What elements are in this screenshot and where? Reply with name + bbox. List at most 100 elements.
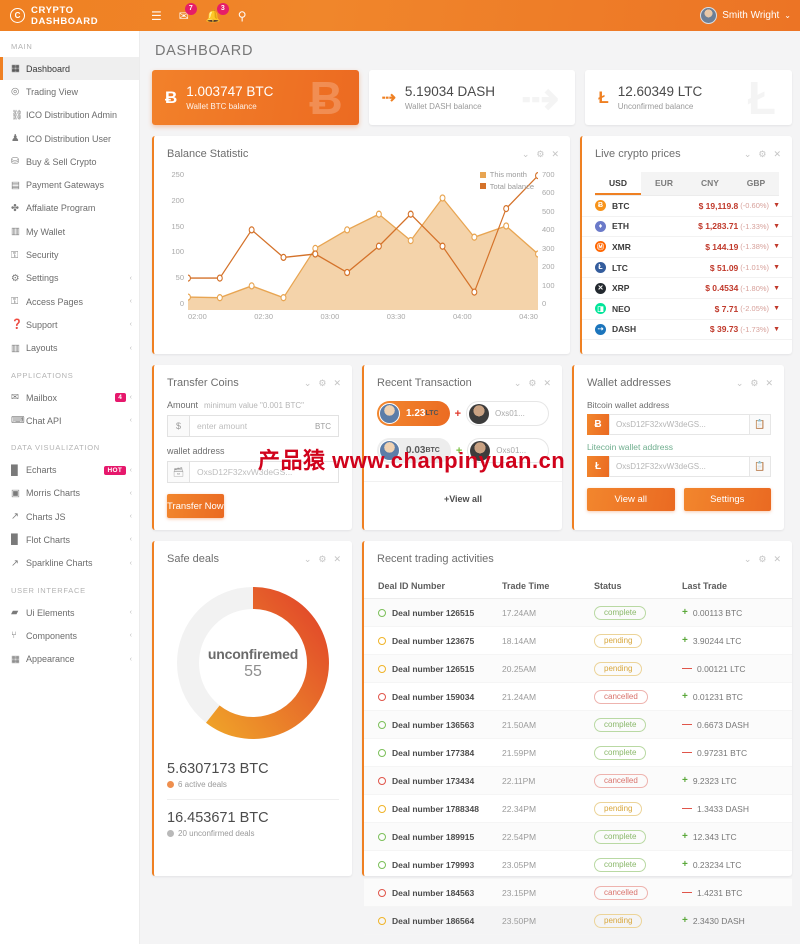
- bitcoin-wallet-value[interactable]: OxsD12F32xvW3deGS...: [609, 414, 750, 435]
- sidebar-item-security[interactable]: ⚿ Security: [0, 243, 139, 266]
- amount-input[interactable]: enter amount BTC: [190, 415, 339, 437]
- litecoin-wallet-value[interactable]: OxsD12F32xvW3deGS...: [609, 456, 750, 477]
- table-row[interactable]: Deal number 159034 21.24AM cancelled +0.012…: [364, 682, 792, 711]
- collapse-icon[interactable]: ⌄: [744, 149, 752, 160]
- amount-input-group[interactable]: $ enter amount BTC: [167, 415, 339, 437]
- user-menu[interactable]: Smith Wright ⌄: [700, 7, 800, 24]
- close-icon[interactable]: ✕: [551, 149, 559, 160]
- table-row[interactable]: Deal number 189915 22.54PM complete +12.343…: [364, 822, 792, 851]
- currency-tab-eur[interactable]: EUR: [641, 172, 687, 195]
- sidebar-item-support[interactable]: ❓ Support ‹: [0, 313, 139, 336]
- sidebar-item-buy-sell-crypto[interactable]: ⛁ Buy & Sell Crypto: [0, 150, 139, 173]
- close-icon[interactable]: ✕: [543, 378, 551, 389]
- close-icon[interactable]: ✕: [333, 378, 341, 389]
- transaction-recipient[interactable]: Oxs01...: [467, 438, 549, 463]
- bell-icon[interactable]: 🔔 3: [206, 2, 229, 22]
- close-icon[interactable]: ✕: [773, 149, 781, 160]
- collapse-icon[interactable]: ⌄: [744, 554, 752, 565]
- gear-icon[interactable]: ⚙: [536, 149, 544, 160]
- mail-icon[interactable]: ✉ 7: [179, 2, 197, 22]
- stat-card-dash[interactable]: ⇢ 5.19034 DASHWallet DASH balance ⇢: [368, 70, 576, 125]
- transfer-now-button[interactable]: Transfer Now: [167, 494, 224, 518]
- collapse-icon[interactable]: ⌄: [522, 149, 530, 160]
- sidebar-item-ico-distribution-admin[interactable]: ⛓ ICO Distribution Admin: [0, 104, 139, 127]
- table-row[interactable]: Deal number 186564 23.50PM pending +2.3430 …: [364, 906, 792, 935]
- sidebar-item-ico-distribution-user[interactable]: ♟ ICO Distribution User: [0, 127, 139, 150]
- price-row-eth[interactable]: ♦ ETH $ 1,283.71 (-1.33%) ▼: [582, 217, 792, 238]
- table-row[interactable]: Deal number 177384 21.59PM complete — 0.9723…: [364, 738, 792, 767]
- price-row-neo[interactable]: ◨ NEO $ 7.71 (-2.05%) ▼: [582, 299, 792, 320]
- price-row-xmr[interactable]: Ⓜ XMR $ 144.19 (-1.38%) ▼: [582, 237, 792, 258]
- transaction-row[interactable]: 0.03 BTC + Oxs01...: [377, 438, 549, 463]
- view-all-transactions-link[interactable]: +View all: [364, 481, 562, 504]
- wallet-address-input-group[interactable]: 🗃 OxsD12F32xvW3deGS...: [167, 461, 339, 483]
- collapse-icon[interactable]: ⌄: [736, 378, 744, 389]
- sidebar-item-charts-js[interactable]: ↗ Charts JS ‹: [0, 505, 139, 528]
- sidebar-item-flot-charts[interactable]: █ Flot Charts ‹: [0, 528, 139, 551]
- sidebar-item-chat-api[interactable]: ⌨ Chat API ‹: [0, 409, 139, 432]
- chart-icon: ▣: [11, 487, 20, 499]
- table-row[interactable]: Deal number 126515 20.25AM pending — 0.00121…: [364, 654, 792, 683]
- collapse-icon[interactable]: ⌄: [514, 378, 522, 389]
- gear-icon[interactable]: ⚙: [758, 554, 766, 565]
- sidebar-item-appearance[interactable]: ▦ Appearance ‹: [0, 648, 139, 671]
- table-row[interactable]: Deal number 126515 17.24AM complete +0.0011…: [364, 598, 792, 627]
- currency-tab-gbp[interactable]: GBP: [733, 172, 779, 195]
- legend-item[interactable]: Total balance: [479, 181, 534, 193]
- sidebar-item-dashboard[interactable]: ▦ Dashboard: [0, 57, 139, 81]
- close-icon[interactable]: ✕: [765, 378, 773, 389]
- wallet-address-input[interactable]: OxsD12F32xvW3deGS...: [190, 461, 339, 483]
- price-row-ltc[interactable]: Ł LTC $ 51.09 (-1.01%) ▼: [582, 258, 792, 279]
- legend-item[interactable]: This month: [479, 169, 534, 181]
- price-row-dash[interactable]: ⇢ DASH $ 39.73 (-1.73%) ▼: [582, 320, 792, 341]
- sidebar-item-components[interactable]: ⑂ Components ‹: [0, 624, 139, 647]
- currency-tab-cny[interactable]: CNY: [687, 172, 733, 195]
- table-row[interactable]: Deal number 173434 22.11PM cancelled +9.232…: [364, 766, 792, 795]
- sidebar-item-settings[interactable]: ⚙ Settings ‹: [0, 267, 139, 290]
- sidebar-item-layouts[interactable]: ▥ Layouts ‹: [0, 337, 139, 360]
- copy-icon[interactable]: 📋: [750, 414, 771, 435]
- sidebar-item-morris-charts[interactable]: ▣ Morris Charts ‹: [0, 482, 139, 505]
- sidebar-item-access-pages[interactable]: ⚿ Access Pages ‹: [0, 290, 139, 313]
- collapse-icon[interactable]: ⌄: [304, 378, 312, 389]
- copy-icon[interactable]: 📋: [750, 456, 771, 477]
- close-icon[interactable]: ✕: [333, 554, 341, 565]
- sidebar-item-trading-view[interactable]: ◎ Trading View: [0, 80, 139, 103]
- gear-icon[interactable]: ⚙: [318, 378, 326, 389]
- gear-icon[interactable]: ⚙: [758, 149, 766, 160]
- stat-card-litecoin[interactable]: Ł 12.60349 LTCUnconfirmed balance Ł: [585, 70, 793, 125]
- gear-icon[interactable]: ⚙: [318, 554, 326, 565]
- table-row[interactable]: Deal number 1788348 22.34PM pending — 1.3433…: [364, 794, 792, 823]
- legend-swatch: [479, 183, 486, 190]
- table-row[interactable]: Deal number 179993 23.05PM complete +0.2323…: [364, 850, 792, 879]
- litecoin-wallet-field[interactable]: Ł OxsD12F32xvW3deGS... 📋: [587, 456, 771, 477]
- card-tools: ⌄ ⚙ ✕: [514, 378, 551, 389]
- close-icon[interactable]: ✕: [773, 554, 781, 565]
- view-all-button[interactable]: View all: [587, 488, 675, 511]
- sidebar-item-echarts[interactable]: █ Echarts HOT ‹: [0, 458, 139, 481]
- sidebar-item-mailbox[interactable]: ✉ Mailbox 4 ‹: [0, 386, 139, 409]
- table-row[interactable]: Deal number 184563 23.15PM cancelled — 1.423…: [364, 878, 792, 907]
- transaction-recipient[interactable]: Oxs01...: [466, 401, 549, 426]
- transaction-row[interactable]: 1.23 LTC + Oxs01...: [377, 401, 549, 426]
- settings-button[interactable]: Settings: [683, 488, 771, 511]
- stat-card-bitcoin[interactable]: Ƀ 1.003747 BTC Wallet BTC balance Ƀ: [152, 70, 359, 125]
- sidebar-item-my-wallet[interactable]: ▥ My Wallet: [0, 220, 139, 243]
- currency-tab-usd[interactable]: USD: [595, 172, 641, 195]
- price-row-btc[interactable]: Ƀ BTC $ 19,119.8 (-0.60%) ▼: [582, 196, 792, 217]
- bitcoin-wallet-field[interactable]: Ƀ OxsD12F32xvW3deGS... 📋: [587, 414, 771, 435]
- sidebar-section-data-visualization: DATA VISUALIZATION: [11, 443, 100, 453]
- gear-icon[interactable]: ⚙: [528, 378, 536, 389]
- table-row[interactable]: Deal number 123675 18.14AM pending +3.90244…: [364, 626, 792, 655]
- sidebar-item-affaliate-program[interactable]: ✤ Affaliate Program: [0, 197, 139, 220]
- price-row-xrp[interactable]: ✕ XRP $ 0.4534 (-1.80%) ▼: [582, 278, 792, 299]
- search-icon[interactable]: ⚲: [238, 10, 247, 22]
- table-row[interactable]: Deal number 136563 21.50AM complete — 0.6673…: [364, 710, 792, 739]
- menu-toggle-icon[interactable]: ☰: [151, 10, 162, 22]
- sidebar-item-payment-gateways[interactable]: ▤ Payment Gateways: [0, 173, 139, 196]
- collapse-icon[interactable]: ⌄: [304, 554, 312, 565]
- brand-area[interactable]: C CRYPTO DASHBOARD: [0, 5, 140, 27]
- gear-icon[interactable]: ⚙: [750, 378, 758, 389]
- sidebar-item-ui-elements[interactable]: ▰ Ui Elements ‹: [0, 601, 139, 624]
- sidebar-item-sparkline-charts[interactable]: ↗ Sparkline Charts ‹: [0, 552, 139, 575]
